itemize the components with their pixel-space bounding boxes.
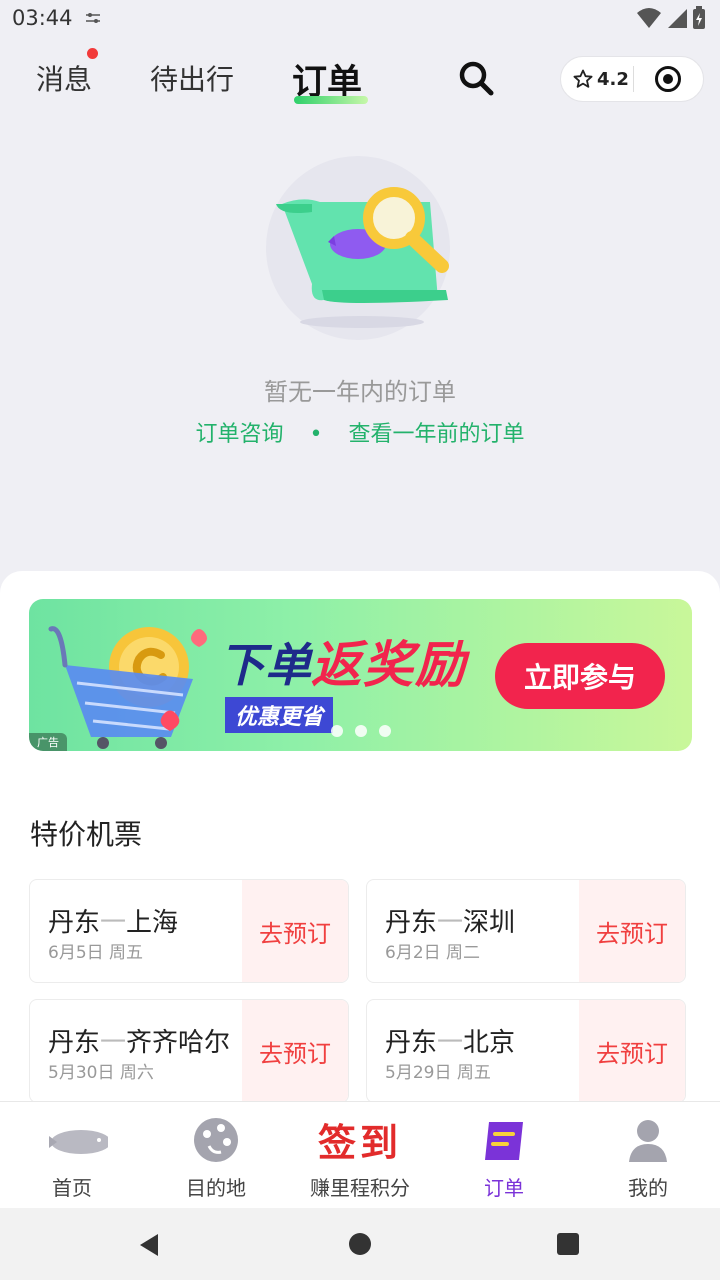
banner-title-reward: 返奖励 bbox=[311, 636, 467, 694]
rating-button[interactable]: 4.2 bbox=[561, 69, 633, 90]
shopping-cart-coin-icon bbox=[48, 626, 207, 749]
deal-date: 5月29日 周五 bbox=[385, 1063, 491, 1083]
old-orders-link[interactable]: 查看一年前的订单 bbox=[348, 416, 524, 448]
empty-orders-illustration bbox=[266, 156, 450, 340]
deal-date: 6月5日 周五 bbox=[48, 943, 144, 963]
carousel-dot bbox=[331, 725, 343, 737]
wifi-icon bbox=[637, 8, 661, 28]
tab-orders-bottom[interactable]: 订单 bbox=[432, 1102, 576, 1209]
back-icon[interactable] bbox=[136, 1232, 162, 1258]
tab-label: 目的地 bbox=[186, 1176, 246, 1200]
rating-value: 4.2 bbox=[597, 68, 629, 90]
unread-dot bbox=[87, 48, 98, 59]
bottom-tab-bar: 首页 目的地 签到 赚里程积分 订单 我的 bbox=[0, 1101, 720, 1208]
link-separator: • bbox=[309, 422, 323, 447]
active-tab-indicator bbox=[294, 96, 368, 104]
book-button[interactable]: 去预订 bbox=[242, 1000, 348, 1102]
deal-card[interactable]: 丹东一上海 6月5日 周五 去预订 bbox=[29, 879, 349, 983]
order-consult-link[interactable]: 订单咨询 bbox=[195, 416, 283, 448]
carousel-dots bbox=[331, 725, 391, 737]
miniprogram-capsule: 4.2 bbox=[560, 56, 704, 102]
search-icon[interactable] bbox=[456, 58, 496, 98]
deals-section-title: 特价机票 bbox=[30, 818, 143, 851]
empty-state-message: 暂无一年内的订单 bbox=[264, 378, 456, 406]
book-button[interactable]: 去预订 bbox=[242, 880, 348, 982]
top-nav: 消息 待出行 订单 4.2 bbox=[0, 48, 720, 110]
palette-globe-icon bbox=[194, 1118, 238, 1162]
tab-earn-points[interactable]: 签到 赚里程积分 bbox=[288, 1102, 432, 1209]
banner-title-order: 下单 bbox=[219, 638, 311, 692]
book-button[interactable]: 去预订 bbox=[579, 880, 685, 982]
tab-messages[interactable]: 消息 bbox=[36, 58, 92, 98]
signal-icon bbox=[668, 9, 687, 28]
ad-tag: 广告 bbox=[29, 733, 67, 751]
deal-route: 丹东一深圳 bbox=[385, 908, 516, 938]
deal-route: 丹东一上海 bbox=[48, 908, 179, 938]
tab-label: 赚里程积分 bbox=[310, 1176, 410, 1200]
recommendation-sheet: 下单 返奖励 优惠更省 立即参与 广告 特价机票 丹东一上海 6月5日 周五 去… bbox=[0, 571, 720, 1111]
tab-label: 订单 bbox=[484, 1176, 524, 1200]
deal-date: 5月30日 周六 bbox=[48, 1063, 154, 1083]
home-circle-icon[interactable] bbox=[348, 1232, 372, 1256]
close-miniprogram-button[interactable] bbox=[634, 65, 703, 93]
whale-icon bbox=[49, 1130, 108, 1154]
target-icon bbox=[655, 66, 682, 92]
checkin-badge: 签到 bbox=[317, 1120, 402, 1165]
deal-card[interactable]: 丹东一齐齐哈尔 5月30日 周六 去预订 bbox=[29, 999, 349, 1103]
person-icon bbox=[629, 1120, 667, 1162]
banner-join-button[interactable]: 立即参与 bbox=[495, 643, 665, 709]
star-icon bbox=[573, 69, 593, 88]
status-bar: 03:44 bbox=[0, 0, 720, 36]
tab-label: 首页 bbox=[52, 1176, 92, 1200]
battery-icon bbox=[693, 6, 705, 29]
settings-sliders-icon bbox=[85, 13, 100, 23]
deal-route: 丹东一齐齐哈尔 bbox=[48, 1028, 231, 1058]
carousel-dot bbox=[379, 725, 391, 737]
order-book-icon bbox=[485, 1122, 523, 1160]
banner-subtitle: 优惠更省 bbox=[225, 697, 334, 733]
tab-upcoming-trips[interactable]: 待出行 bbox=[150, 58, 234, 98]
deal-date: 6月2日 周二 bbox=[385, 943, 481, 963]
recents-square-icon[interactable] bbox=[556, 1232, 580, 1256]
tab-destination[interactable]: 目的地 bbox=[144, 1102, 288, 1209]
deal-card[interactable]: 丹东一北京 5月29日 周五 去预订 bbox=[366, 999, 686, 1103]
carousel-dot bbox=[355, 725, 367, 737]
status-time: 03:44 bbox=[12, 6, 73, 30]
deal-card[interactable]: 丹东一深圳 6月2日 周二 去预订 bbox=[366, 879, 686, 983]
tab-home[interactable]: 首页 bbox=[0, 1102, 144, 1209]
tab-label: 我的 bbox=[628, 1176, 668, 1200]
book-button[interactable]: 去预订 bbox=[579, 1000, 685, 1102]
tab-mine[interactable]: 我的 bbox=[576, 1102, 720, 1209]
deal-route: 丹东一北京 bbox=[385, 1028, 516, 1058]
promo-banner[interactable]: 下单 返奖励 优惠更省 立即参与 广告 bbox=[29, 599, 692, 751]
system-nav-bar bbox=[0, 1208, 720, 1280]
empty-state-links: 订单咨询 • 查看一年前的订单 bbox=[0, 416, 720, 448]
